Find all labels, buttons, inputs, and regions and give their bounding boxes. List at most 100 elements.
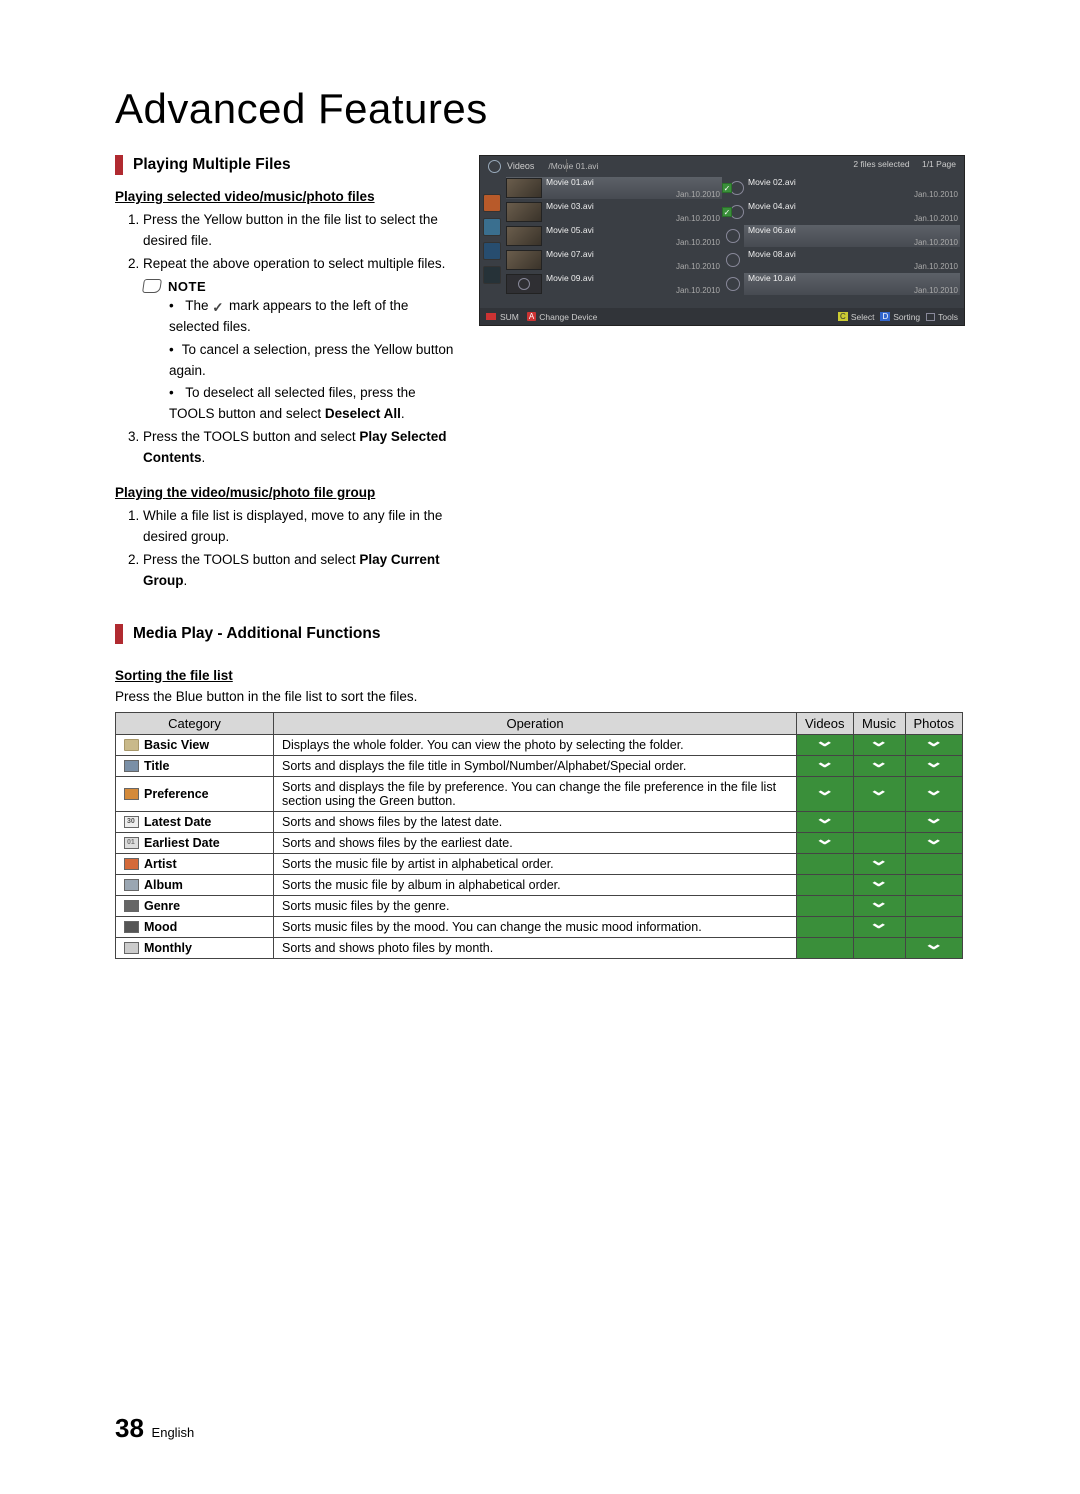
- support-cell: [853, 734, 905, 755]
- section-marker-icon: [115, 155, 123, 175]
- screenshot-header: Videos /Movie 01.avi 2 files selected 1/…: [480, 156, 964, 176]
- foot-sorting: Sorting: [893, 312, 920, 322]
- foot-select: Select: [851, 312, 875, 322]
- operation-cell: Sorts and shows files by the earliest da…: [274, 832, 797, 853]
- th-category: Category: [116, 712, 274, 734]
- section-heading: Playing Multiple Files: [133, 156, 291, 174]
- screenshot-footer: SUM A Change Device CSelect DSorting Too…: [480, 308, 964, 325]
- steps-selected-files-cont: Press the TOOLS button and select Play S…: [143, 427, 459, 469]
- file-tile[interactable]: Movie 03.aviJan.10.2010: [506, 201, 722, 223]
- support-cell: [905, 895, 962, 916]
- support-cell: [905, 734, 962, 755]
- th-videos: Videos: [797, 712, 854, 734]
- category-icon: [124, 788, 139, 800]
- th-operation: Operation: [274, 712, 797, 734]
- support-cell: [905, 776, 962, 811]
- chevron-down-icon: [872, 876, 885, 893]
- support-cell: [905, 874, 962, 895]
- table-row: Basic ViewDisplays the whole folder. You…: [116, 734, 963, 755]
- table-row: Earliest DateSorts and shows files by th…: [116, 832, 963, 853]
- operation-cell: Sorts music files by the genre.: [274, 895, 797, 916]
- media-play-screenshot: Videos /Movie 01.avi 2 files selected 1/…: [479, 155, 965, 326]
- support-cell: [797, 874, 854, 895]
- operation-cell: Sorts and displays the file title in Sym…: [274, 755, 797, 776]
- section-heading-2: Media Play - Additional Functions: [133, 625, 380, 643]
- file-tile[interactable]: Movie 10.aviJan.10.2010: [744, 273, 960, 295]
- check-icon: ✓: [722, 207, 732, 217]
- step-3: Press the TOOLS button and select Play S…: [143, 427, 459, 469]
- chevron-down-icon: [818, 736, 831, 753]
- sorting-intro: Press the Blue button in the file list t…: [115, 689, 965, 704]
- support-cell: [905, 937, 962, 958]
- file-tile[interactable]: Movie 09.aviJan.10.2010: [506, 273, 722, 295]
- category-cell: Earliest Date: [116, 832, 274, 853]
- chevron-down-icon: [872, 736, 885, 753]
- file-tile[interactable]: Movie 07.aviJan.10.2010: [506, 249, 722, 271]
- table-row: MoodSorts music files by the mood. You c…: [116, 916, 963, 937]
- key-c-icon: C: [838, 312, 848, 321]
- steps-selected-files: Press the Yellow button in the file list…: [143, 210, 459, 275]
- category-cell: Album: [116, 874, 274, 895]
- table-row: GenreSorts music files by the genre.: [116, 895, 963, 916]
- table-row: ArtistSorts the music file by artist in …: [116, 853, 963, 874]
- category-cell: Title: [116, 755, 274, 776]
- chevron-down-icon: [927, 834, 940, 851]
- file-tile[interactable]: Movie 05.aviJan.10.2010: [506, 225, 722, 247]
- file-tile[interactable]: Movie 01.aviJan.10.2010: [506, 177, 722, 199]
- category-icon: [124, 739, 139, 751]
- file-tile[interactable]: Movie 04.aviJan.10.2010: [744, 201, 960, 223]
- screenshot-sidebar: [480, 194, 504, 290]
- sidebar-icon: [483, 218, 501, 236]
- support-cell: [853, 916, 905, 937]
- support-cell: [853, 895, 905, 916]
- play-icon: [726, 277, 740, 291]
- chevron-down-icon: [818, 813, 831, 830]
- section-media-play-additional: Media Play - Additional Functions: [115, 624, 965, 644]
- support-cell: [853, 853, 905, 874]
- support-cell: [797, 776, 854, 811]
- section-playing-multiple-files: Playing Multiple Files: [115, 155, 459, 175]
- support-cell: [905, 832, 962, 853]
- category-icon: [124, 837, 139, 849]
- support-cell: [797, 832, 854, 853]
- chevron-down-icon: [818, 757, 831, 774]
- operation-cell: Sorts music files by the mood. You can c…: [274, 916, 797, 937]
- chevron-down-icon: [927, 736, 940, 753]
- chevron-down-icon: [927, 757, 940, 774]
- check-icon: ✓: [722, 183, 732, 193]
- chevron-down-icon: [872, 918, 885, 935]
- operation-cell: Sorts and shows photo files by month.: [274, 937, 797, 958]
- note-bullet-1: The mark appears to the left of the sele…: [169, 296, 459, 338]
- file-tile[interactable]: Movie 02.aviJan.10.2010: [744, 177, 960, 199]
- subheading-sorting: Sorting the file list: [115, 668, 965, 683]
- operation-cell: Sorts the music file by artist in alphab…: [274, 853, 797, 874]
- play-icon: [730, 181, 744, 195]
- step-2: Repeat the above operation to select mul…: [143, 254, 459, 275]
- file-tile[interactable]: Movie 08.aviJan.10.2010: [744, 249, 960, 271]
- table-row: AlbumSorts the music file by album in al…: [116, 874, 963, 895]
- chevron-down-icon: [927, 939, 940, 956]
- chevron-down-icon: [872, 855, 885, 872]
- chevron-down-icon: [872, 757, 885, 774]
- usb-icon: [486, 313, 496, 320]
- category-icon: [124, 816, 139, 828]
- file-tile[interactable]: Movie 06.aviJan.10.2010: [744, 225, 960, 247]
- category-cell: Latest Date: [116, 811, 274, 832]
- chevron-down-icon: [818, 785, 831, 802]
- support-cell: [797, 755, 854, 776]
- table-row: MonthlySorts and shows photo files by mo…: [116, 937, 963, 958]
- sorting-table: Category Operation Videos Music Photos B…: [115, 712, 963, 959]
- chevron-down-icon: [927, 813, 940, 830]
- th-music: Music: [853, 712, 905, 734]
- operation-cell: Sorts and shows files by the latest date…: [274, 811, 797, 832]
- support-cell: [797, 895, 854, 916]
- support-cell: [905, 755, 962, 776]
- chevron-down-icon: [872, 897, 885, 914]
- key-d-icon: D: [880, 312, 890, 321]
- category-cell: Mood: [116, 916, 274, 937]
- category-cell: Genre: [116, 895, 274, 916]
- steps-file-group: While a file list is displayed, move to …: [143, 506, 459, 592]
- table-row: TitleSorts and displays the file title i…: [116, 755, 963, 776]
- play-icon: [726, 253, 740, 267]
- support-cell: [853, 811, 905, 832]
